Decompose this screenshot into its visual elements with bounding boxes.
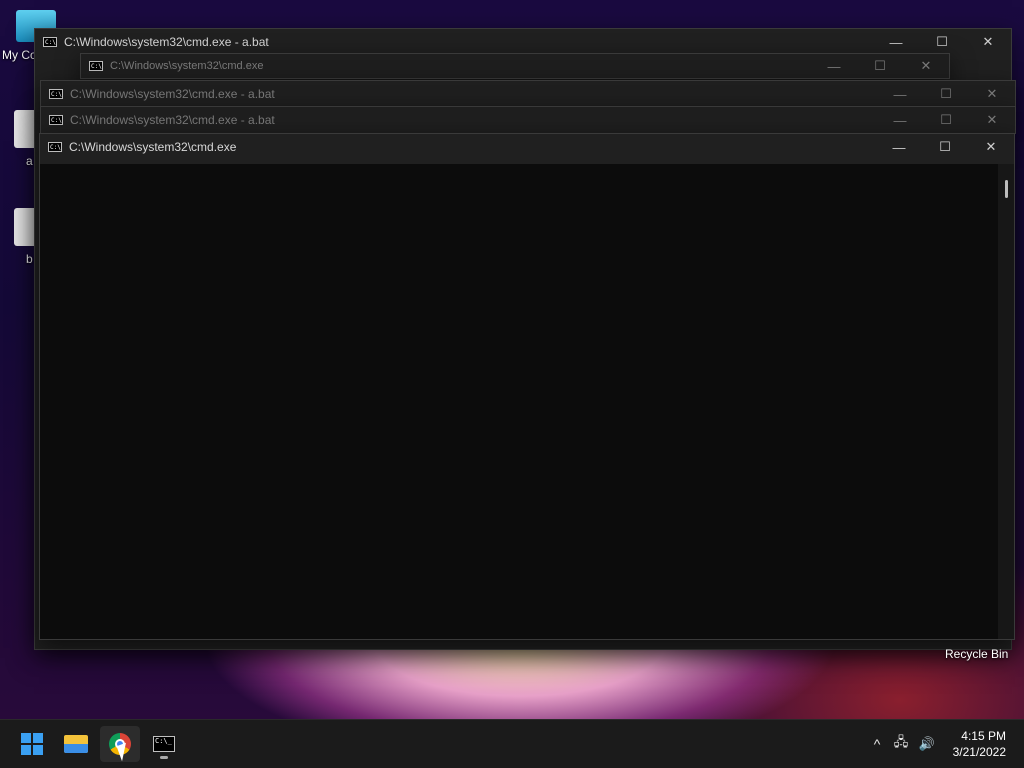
cmd-icon: C:\ [89, 61, 103, 71]
maximize-button[interactable]: ☐ [922, 139, 968, 155]
maximize-button[interactable]: ☐ [919, 34, 965, 50]
close-button[interactable]: ✕ [969, 86, 1015, 102]
window-title: C:\Windows\system32\cmd.exe - a.bat [64, 35, 269, 49]
vertical-scrollbar[interactable] [998, 164, 1014, 639]
close-button[interactable]: ✕ [903, 58, 949, 74]
window-title: C:\Windows\system32\cmd.exe - a.bat [70, 113, 275, 127]
minimize-button[interactable]: — [876, 140, 922, 155]
system-tray: ^ 🖧 🔊 [866, 720, 940, 768]
cmd-icon: C:\ [49, 115, 63, 125]
close-button[interactable]: ✕ [965, 34, 1011, 50]
window-title: C:\Windows\system32\cmd.exe - a.bat [70, 87, 275, 101]
desktop-icon-recycle-bin[interactable]: Recycle Bin [945, 647, 1008, 661]
window-title: C:\Windows\system32\cmd.exe [110, 60, 264, 72]
cmd-window-active[interactable]: C:\ C:\Windows\system32\cmd.exe — ☐ ✕ [39, 133, 1015, 640]
windows-start-icon [21, 733, 43, 755]
window-titlebar[interactable]: C:\ C:\Windows\system32\cmd.exe - a.bat … [35, 29, 1011, 55]
cmd-icon: C:\ [48, 142, 62, 152]
folder-icon [64, 735, 88, 753]
maximize-button[interactable]: ☐ [923, 86, 969, 102]
clock-date: 3/21/2022 [952, 745, 1006, 759]
cmd-icon: C:\ [49, 89, 63, 99]
cmd-window-2[interactable]: C:\ C:\Windows\system32\cmd.exe — ☐ ✕ [80, 53, 950, 79]
clock-time: 4:15 PM [961, 729, 1006, 743]
window-titlebar[interactable]: C:\ C:\Windows\system32\cmd.exe — ☐ ✕ [81, 54, 949, 78]
close-button[interactable]: ✕ [968, 139, 1014, 155]
cmd-window-3[interactable]: C:\ C:\Windows\system32\cmd.exe - a.bat … [40, 80, 1016, 108]
volume-icon[interactable]: 🔊 [914, 736, 940, 752]
scrollbar-thumb[interactable] [1005, 180, 1008, 198]
cmd-icon: C:\_ [153, 736, 175, 752]
network-icon[interactable]: 🖧 [888, 733, 914, 755]
clock[interactable]: 4:15 PM 3/21/2022 [953, 728, 1006, 760]
window-titlebar[interactable]: C:\ C:\Windows\system32\cmd.exe — ☐ ✕ [40, 134, 1014, 160]
close-button[interactable]: ✕ [969, 112, 1015, 128]
window-title: C:\Windows\system32\cmd.exe [69, 140, 237, 154]
taskbar-command-prompt[interactable]: C:\_ [144, 726, 184, 762]
minimize-button[interactable]: — [811, 59, 857, 74]
minimize-button[interactable]: — [877, 87, 923, 102]
taskbar-file-explorer[interactable] [56, 726, 96, 762]
window-titlebar[interactable]: C:\ C:\Windows\system32\cmd.exe - a.bat … [41, 81, 1015, 107]
running-indicator [160, 756, 168, 759]
maximize-button[interactable]: ☐ [857, 58, 903, 74]
console-area[interactable] [40, 164, 1014, 639]
chevron-up-icon[interactable]: ^ [866, 736, 888, 752]
cmd-window-4[interactable]: C:\ C:\Windows\system32\cmd.exe - a.bat … [40, 106, 1016, 134]
maximize-button[interactable]: ☐ [923, 112, 969, 128]
start-button[interactable] [12, 726, 52, 762]
minimize-button[interactable]: — [873, 35, 919, 50]
window-titlebar[interactable]: C:\ C:\Windows\system32\cmd.exe - a.bat … [41, 107, 1015, 133]
cmd-icon: C:\ [43, 37, 57, 47]
taskbar: C:\_ ^ 🖧 🔊 4:15 PM 3/21/2022 [0, 719, 1024, 768]
minimize-button[interactable]: — [877, 113, 923, 128]
